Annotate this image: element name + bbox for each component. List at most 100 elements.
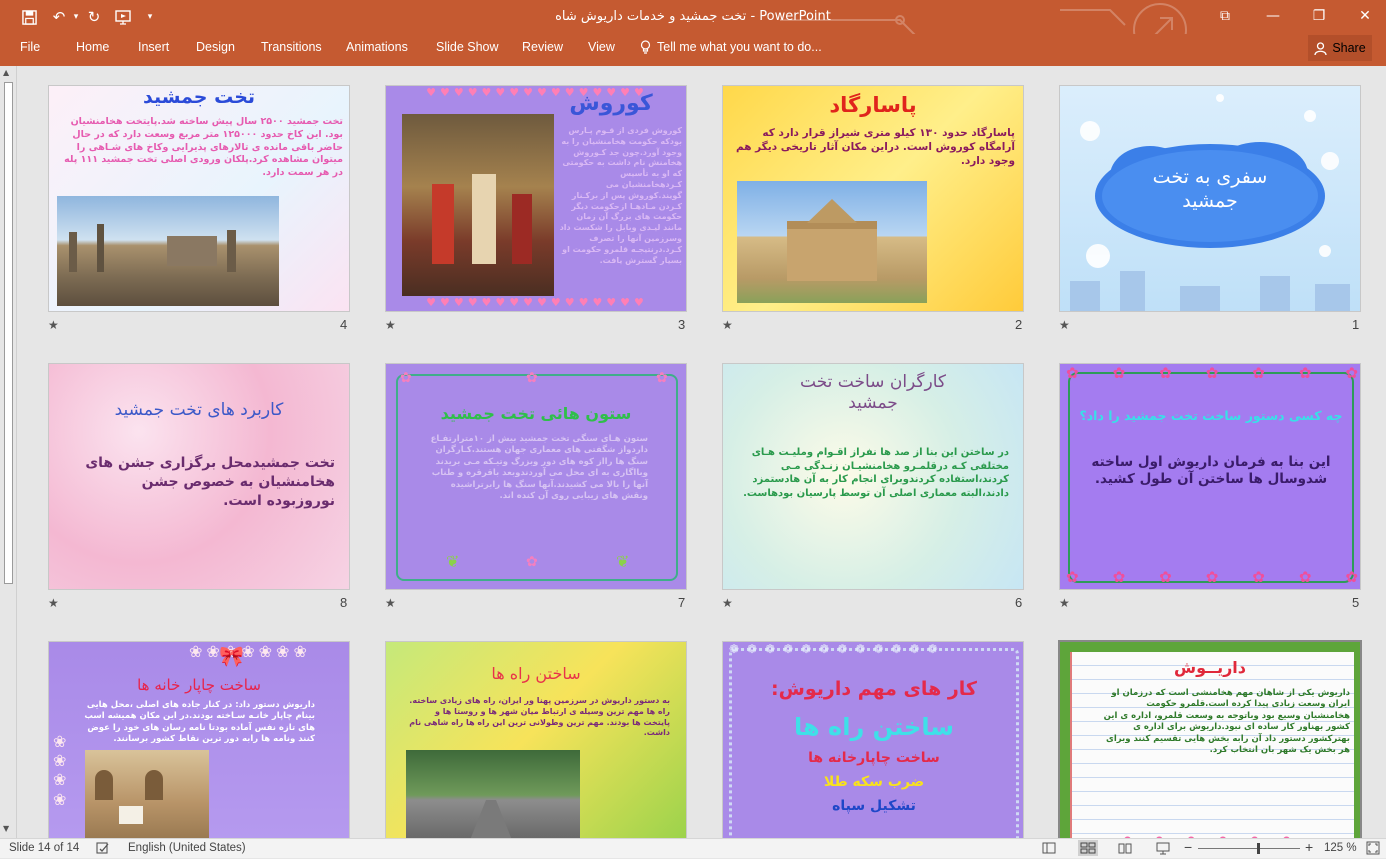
zoom-in-button[interactable]: + <box>1305 839 1313 855</box>
slide-thumbnail-7[interactable]: ✿ ✿ ✿ ✿ ❦ ❦ ستون هائی تخت جمشید ستون هـا… <box>385 363 687 590</box>
scroll-up-icon[interactable]: ▲ <box>3 68 9 77</box>
tell-me-box[interactable]: Tell me what you want to do... <box>640 40 822 54</box>
person-icon <box>1314 41 1327 55</box>
transition-star-icon: ★ <box>1059 318 1070 332</box>
slide-number: 4 <box>340 317 348 332</box>
slide-thumbnail-11[interactable]: ساختن راه ها به دستور داریوش در سرزمین پ… <box>385 641 687 838</box>
slide-thumbnail-3[interactable]: ♥♥♥♥♥♥♥♥♥♥♥♥♥♥♥♥ ♥♥♥♥♥♥♥♥♥♥♥♥♥♥♥♥ کوروش … <box>385 85 687 312</box>
normal-view-icon[interactable] <box>1042 841 1056 858</box>
slide-list-item: ضرب سکه طلا <box>823 774 925 790</box>
flower-icon: ✿ <box>526 554 538 570</box>
slide-thumbnail-1[interactable]: سفری به تخت جمشید <box>1059 85 1361 312</box>
slide-number: 6 <box>1015 595 1023 610</box>
slide-body: در ساختن این بنا از صد ها نفراز اقـوام و… <box>743 447 1009 499</box>
rose-border: ✿✿✿✿✿✿✿ <box>1066 364 1361 382</box>
tab-insert[interactable]: Insert <box>138 40 169 54</box>
slide-sorter-view-icon[interactable] <box>1078 840 1098 856</box>
leaf-icon: ❦ <box>616 552 630 571</box>
slide-title: سفری به تخت جمشید <box>1152 166 1268 212</box>
transition-star-icon: ★ <box>1059 596 1070 610</box>
maximize-button[interactable]: ❐ <box>1296 0 1342 32</box>
tab-view[interactable]: View <box>588 40 615 54</box>
slide-list-item: ساختن راه ها <box>794 713 954 741</box>
chaparkhaneh-image <box>85 750 209 838</box>
slide-body: داریوش دستور داد: در کنار جاده های اصلی … <box>84 700 315 745</box>
minimize-button[interactable]: — <box>1250 0 1296 32</box>
hearts-border: ♥♥♥♥♥♥♥♥♥♥♥♥♥♥♥♥ <box>426 296 648 309</box>
slide-title: کوروش <box>569 91 653 116</box>
tab-review[interactable]: Review <box>522 40 563 54</box>
slide-title: ساختن راه ها <box>491 664 581 683</box>
slide-body: تخت جمشیدمحل برگزاری جشن های هخامنشیان ب… <box>85 455 335 509</box>
language-indicator[interactable]: English (United States) <box>128 842 246 854</box>
slide-title: داریــوش <box>1174 658 1246 677</box>
transition-star-icon: ★ <box>722 318 733 332</box>
tab-home[interactable]: Home <box>76 40 109 54</box>
slide-thumbnail-6[interactable]: کارگران ساخت تخت جمشید در ساختن این بنا … <box>722 363 1024 590</box>
lightbulb-icon <box>640 40 651 54</box>
title-bar: ↶ ▾ ↻ ▾ تخت جمشید و خدمات داریوش شاه - P… <box>0 0 1386 34</box>
slide-body: داریوش یکی از شاهان مهم هخامنشی است که د… <box>1103 688 1350 756</box>
slide-title: پاسارگاد <box>829 93 917 117</box>
slide-thumbnail-10[interactable]: ❁❁❁❁❁❁❁❁❁❁❁❁ کار های مهم داریوش: ساختن ر… <box>722 641 1024 838</box>
slide-thumbnail-12[interactable]: ❀❀❀❀❀❀❀ ❀ ❀ ❀ ❀ 🎀 ساخت چاپار خانه ها داریوش… <box>48 641 350 838</box>
rose-border: ❀❀❀❀❀❀❀ <box>189 642 311 661</box>
zoom-level[interactable]: 125 % <box>1324 842 1357 854</box>
slide-thumbnail-4[interactable]: تخت جمشید تخت جمشید ۲۵۰۰ سال پیش ساخته ش… <box>48 85 350 312</box>
close-button[interactable]: ✕ <box>1342 0 1386 32</box>
transition-star-icon: ★ <box>722 596 733 610</box>
share-label: Share <box>1332 41 1366 55</box>
tab-slide-show[interactable]: Slide Show <box>436 40 499 54</box>
slide-show-view-icon[interactable] <box>1156 841 1170 858</box>
tab-design[interactable]: Design <box>196 40 235 54</box>
zoom-slider-thumb[interactable] <box>1257 843 1260 854</box>
slide-body: تخت جمشید ۲۵۰۰ سال پیش ساخته شد.پایتخت ه… <box>64 116 343 179</box>
tab-transitions[interactable]: Transitions <box>261 40 322 54</box>
fit-to-window-icon[interactable] <box>1366 841 1380 858</box>
slide-thumbnail-2[interactable]: پاسارگاد پاسارگاد حدود ۱۳۰ کیلو متری شیر… <box>722 85 1024 312</box>
reading-view-icon[interactable] <box>1118 841 1132 858</box>
slide-body: این بنا به فرمان داریوش اول ساخته شدوسال… <box>1091 454 1331 487</box>
slide-title: ساخت چاپار خانه ها <box>137 676 261 694</box>
share-button[interactable]: Share <box>1308 35 1372 61</box>
slide-thumbnail-5[interactable]: ✿✿✿✿✿✿✿ ✿✿✿✿✿✿✿ چه کسی دستور ساخت تخت جم… <box>1059 363 1361 590</box>
tab-animations[interactable]: Animations <box>346 40 408 54</box>
leaf-icon: ❦ <box>446 552 460 571</box>
slide-body: ستون هـای سنگی تخت جمشید بیش از ۱۰مترارت… <box>430 434 648 502</box>
slide-number: 8 <box>340 595 348 610</box>
slide-thumbnail-9[interactable]: داریــوش داریوش یکی از شاهان مهم هخامنشی… <box>1058 640 1362 838</box>
slide-number: 3 <box>678 317 686 332</box>
slide-counter: Slide 14 of 14 <box>9 842 80 854</box>
tab-file[interactable]: File <box>20 40 40 54</box>
slide-thumbnail-8[interactable]: کاربرد های تخت جمشید تخت جمشیدمحل برگزار… <box>48 363 350 590</box>
transition-star-icon: ★ <box>48 318 59 332</box>
zoom-out-button[interactable]: − <box>1184 839 1192 855</box>
slide-list-item: ساخت چاپارخانه ها <box>808 750 940 766</box>
slide-title: تخت جمشید <box>142 86 256 108</box>
slide-title: کار های مهم داریوش: <box>771 678 977 700</box>
cyrus-tomb-image <box>737 181 927 303</box>
slide-title: چه کسی دستور ساخت تخت جمشید را داد؟ <box>1079 408 1343 423</box>
transition-star-icon: ★ <box>385 596 396 610</box>
slide-body: به دستور داریوش در سرزمین پهنا ور ایران،… <box>409 696 670 738</box>
flower-icon: ✿ <box>400 370 412 386</box>
slide-sorter: ▲ ▼ تخت جمشید تخت جمشید ۲۵۰۰ سال پیش ساخ… <box>0 66 1386 838</box>
vertical-scrollbar[interactable]: ▲ ▼ <box>0 66 17 838</box>
road-image <box>406 750 580 838</box>
ribbon-display-icon[interactable]: ⧉ <box>1202 0 1248 32</box>
spell-check-icon[interactable] <box>96 841 110 858</box>
rose-border: ❀ ❀ ❀ ❀ <box>53 732 67 809</box>
slide-title: کاربرد های تخت جمشید <box>114 400 284 420</box>
transition-star-icon: ★ <box>385 318 396 332</box>
slide-number: 1 <box>1352 317 1360 332</box>
zoom-slider-track[interactable] <box>1198 848 1300 849</box>
bow-icon: 🎀 <box>219 644 244 668</box>
scroll-thumb[interactable] <box>4 82 13 584</box>
scroll-down-icon[interactable]: ▼ <box>3 824 9 833</box>
slide-list-item: تشکیل سپاه <box>832 798 916 814</box>
persepolis-ruins-image <box>57 196 279 306</box>
ribbon-tabs: File Home Insert Design Transitions Anim… <box>0 34 1386 66</box>
rose-border: ✿✿✿✿✿✿✿ <box>1066 568 1361 586</box>
cyrus-painting-image <box>402 114 554 296</box>
slide-title: ستون هائی تخت جمشید <box>440 404 632 423</box>
